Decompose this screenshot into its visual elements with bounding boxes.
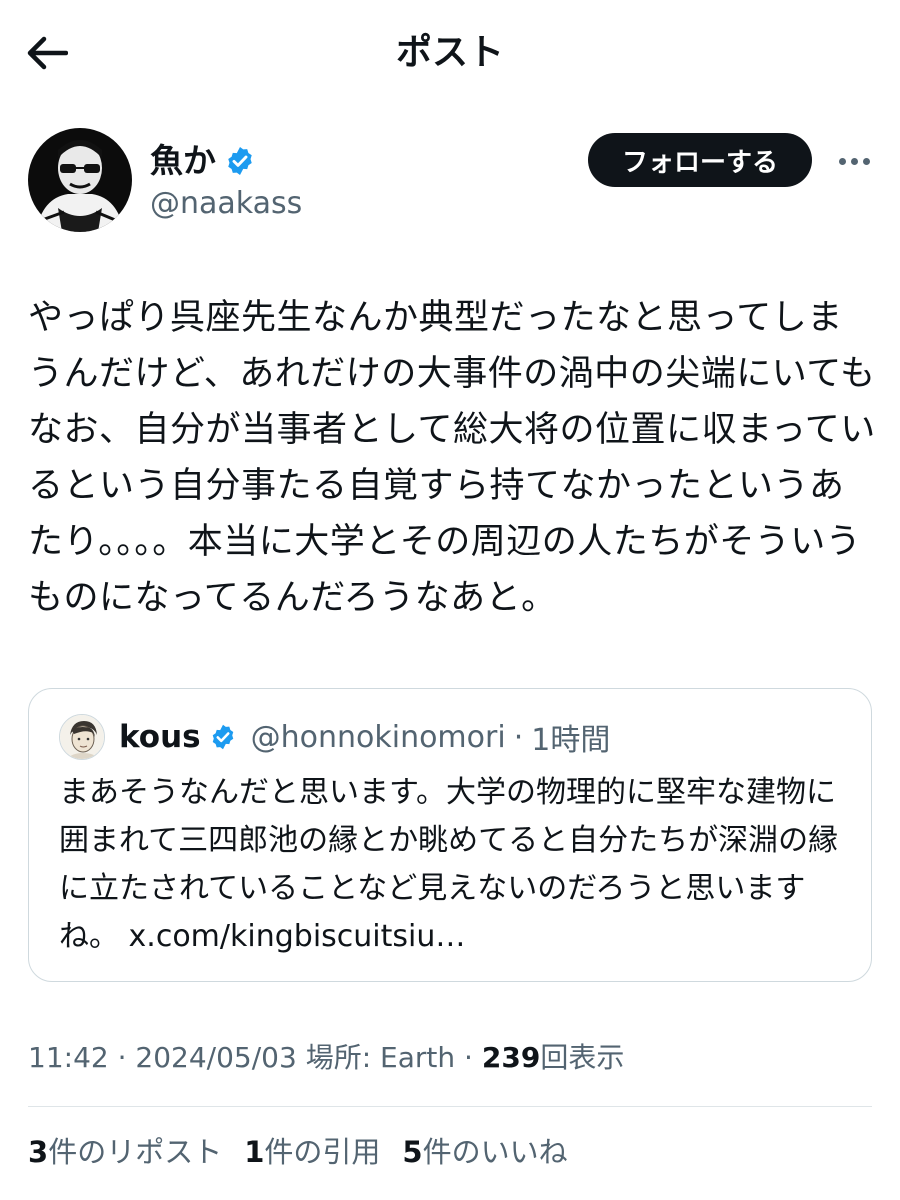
post-time[interactable]: 11:42 [28,1041,109,1074]
separator-dot: · [117,1041,127,1074]
top-bar: ポスト [0,0,900,105]
separator-dot: · [513,719,524,755]
author-handle[interactable]: @naakass [150,184,302,224]
author-name-row: 魚か [150,138,256,184]
likes-stat[interactable]: 5件のいいね [402,1130,567,1174]
verified-badge-icon [228,147,252,175]
separator-dot: · [464,1041,473,1074]
post-meta: 11:42 · 2024/05/03 場所: Earth · 239回表示 [28,1036,624,1080]
quotes-stat[interactable]: 1件の引用 [244,1130,380,1174]
divider [28,1106,872,1107]
quoted-post-header: kous @honnokinomori · 1時間 [59,713,610,761]
reposts-label: 件のリポスト [48,1135,223,1169]
likes-label: 件のいいね [422,1135,568,1169]
more-horizontal-icon [838,157,870,165]
quoted-post-time: 1時間 [531,723,611,758]
quoted-author-name: kous [119,719,201,755]
quoted-post-text: まあそうなんだと思います。大学の物理的に堅牢な建物に囲まれて三四郎池の縁とか眺め… [59,769,859,961]
engagement-stats: 3件のリポスト 1件の引用 5件のいいね [28,1130,568,1174]
author-display-name[interactable]: 魚か [150,139,216,183]
quoted-post-card[interactable]: kous @honnokinomori · 1時間 まあそうなんだと思います。大… [28,688,872,982]
more-options-button[interactable] [834,146,874,176]
page-title: ポスト [395,32,504,73]
reposts-stat[interactable]: 3件のリポスト [28,1130,222,1174]
quotes-label: 件の引用 [264,1135,381,1169]
post-location: 場所: Earth [305,1041,456,1074]
post-text: やっぱり呉座先生なんか典型だったなと思ってしまうんだけど、あれだけの大事件の渦中… [28,298,876,618]
author-avatar[interactable] [28,128,132,232]
quoted-author-handle: @honnokinomori [250,719,506,755]
views-label: 回表示 [540,1041,625,1074]
verified-badge-icon [212,724,233,750]
post-date[interactable]: 2024/05/03 [135,1041,296,1074]
views-count: 239 [481,1041,541,1074]
quoted-author-avatar [59,714,105,760]
reposts-count: 3 [28,1135,49,1169]
quoted-post-link[interactable]: x.com/kingbiscuitsiu… [129,919,466,954]
quotes-count: 1 [244,1135,265,1169]
follow-button[interactable]: フォローする [588,133,812,187]
likes-count: 5 [402,1135,423,1169]
